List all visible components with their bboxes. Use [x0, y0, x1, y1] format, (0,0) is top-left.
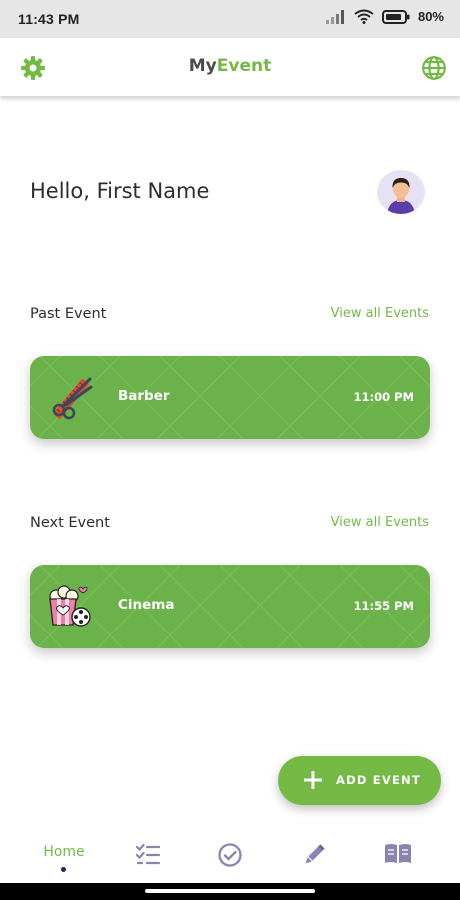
nav-edit[interactable]: [268, 828, 360, 883]
battery-percentage: 80%: [417, 9, 444, 24]
status-bar: 11:43 PM 80%: [0, 0, 460, 38]
avatar[interactable]: [377, 170, 425, 214]
nav-book[interactable]: [351, 828, 443, 883]
add-event-label: ADD EVENT: [336, 773, 421, 787]
past-event-time: 11:00 PM: [353, 390, 414, 404]
app-title: MyEvent: [0, 56, 460, 76]
wifi-icon: [354, 9, 374, 24]
app-title-event: Event: [216, 56, 272, 76]
signal-icon: [325, 9, 344, 24]
view-all-past-events-link[interactable]: View all Events: [331, 306, 429, 321]
next-event-time: 11:55 PM: [353, 599, 414, 613]
globe-icon[interactable]: [421, 55, 447, 81]
active-indicator-dot: [61, 867, 66, 872]
nav-tasks[interactable]: [102, 828, 194, 883]
scissors-comb-icon: [52, 377, 93, 420]
plus-icon: [304, 771, 322, 789]
past-event-card[interactable]: Barber 11:00 PM: [30, 356, 430, 439]
next-event-name: Cinema: [118, 597, 175, 613]
next-event-card[interactable]: Cinema 11:55 PM: [30, 565, 430, 648]
user-avatar-icon: [387, 178, 415, 214]
app-bar: MyEvent: [0, 38, 460, 96]
nav-done[interactable]: [184, 828, 276, 883]
system-gesture-bar: [0, 883, 460, 900]
check-circle-icon: [218, 843, 242, 867]
book-icon: [385, 844, 411, 863]
nav-home-label: Home: [43, 844, 85, 860]
status-icons: 80%: [325, 9, 444, 24]
past-event-heading: Past Event: [30, 306, 107, 322]
greeting-text: Hello, First Name: [30, 179, 210, 203]
app-title-my: My: [188, 56, 217, 76]
add-event-button[interactable]: ADD EVENT: [278, 756, 441, 805]
popcorn-film-icon: [49, 585, 91, 627]
pencil-icon: [305, 844, 325, 864]
status-time: 11:43 PM: [18, 11, 80, 27]
nav-home[interactable]: Home: [18, 828, 110, 883]
next-event-heading: Next Event: [30, 515, 110, 531]
view-all-next-events-link[interactable]: View all Events: [331, 515, 429, 530]
battery-icon: [381, 9, 410, 24]
bottom-navigation: Home: [0, 828, 460, 883]
home-gesture-handle[interactable]: [145, 889, 315, 893]
checklist-icon: [135, 843, 161, 865]
past-event-name: Barber: [118, 388, 170, 404]
